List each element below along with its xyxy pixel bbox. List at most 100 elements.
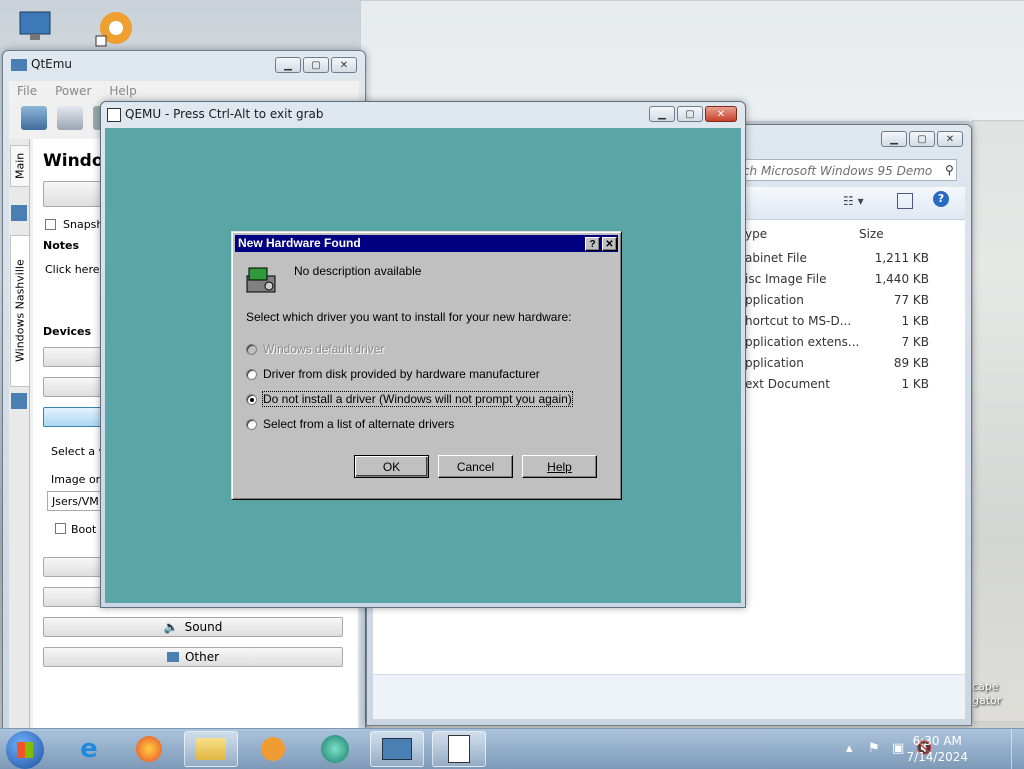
search-input[interactable]: rch Microsoft Windows 95 Demo <box>727 159 957 181</box>
file-type-cell[interactable]: pplication <box>745 293 804 307</box>
file-size-cell[interactable]: 1,440 KB <box>869 272 929 286</box>
taskbar-explorer[interactable] <box>184 731 238 767</box>
status-bar <box>373 674 965 719</box>
snapshot-checkbox[interactable] <box>45 219 56 230</box>
driver-option-radio[interactable] <box>246 369 257 380</box>
minimize-button[interactable]: ▁ <box>881 131 907 147</box>
desktop-icon-label[interactable]: cape gator <box>972 680 1001 708</box>
dialog-help-button[interactable]: ? <box>585 237 600 251</box>
other-label: Other <box>184 650 220 664</box>
maximize-button[interactable]: ▢ <box>303 57 329 73</box>
action-center-flag-icon[interactable]: ⚑ <box>868 741 880 756</box>
taskbar: e ▴ ⚑ ▣ 🔇 6:30 AM 7/14/2024 <box>0 728 1024 769</box>
driver-option-label[interactable]: Driver from disk provided by hardware ma… <box>263 367 540 381</box>
new-hardware-dialog[interactable]: New Hardware Found ? ✕ No description av… <box>231 231 622 500</box>
file-size-cell[interactable]: 7 KB <box>869 335 929 349</box>
close-icon: ✕ <box>605 238 614 250</box>
device-icon <box>166 652 179 662</box>
gear-icon <box>95 12 132 47</box>
tab-windows-nashville[interactable]: Windows Nashville <box>10 235 30 387</box>
driver-option-radio[interactable] <box>246 394 257 405</box>
maximize-button[interactable]: ▢ <box>909 131 935 147</box>
taskbar-qemu[interactable] <box>432 731 486 767</box>
minimize-icon: ▁ <box>890 133 898 145</box>
file-type-cell[interactable]: pplication extens... <box>745 335 859 349</box>
file-size-cell[interactable]: 1 KB <box>869 314 929 328</box>
minimize-icon: ▁ <box>284 59 292 71</box>
help-label: Help <box>547 459 572 474</box>
computer-desktop-icon[interactable] <box>16 6 56 46</box>
folder-icon <box>196 738 226 760</box>
file-type-cell[interactable]: isc Image File <box>745 272 826 286</box>
preview-pane-icon[interactable] <box>897 193 913 209</box>
qtemu-side-tabs: Main Windows Nashville <box>9 139 30 759</box>
driver-option-label[interactable]: Select from a list of alternate drivers <box>263 417 454 431</box>
qtemu-titlebar[interactable]: QtEmu ▁ ▢ ✕ <box>3 51 365 79</box>
cancel-label: Cancel <box>456 459 495 474</box>
file-type-cell[interactable]: abinet File <box>745 251 807 265</box>
speaker-icon: 🔈 <box>163 620 179 634</box>
driver-option-radio[interactable] <box>246 419 257 430</box>
file-size-cell[interactable]: 1 KB <box>869 377 929 391</box>
file-type-cell[interactable]: hortcut to MS-D... <box>745 314 851 328</box>
file-size-cell[interactable]: 89 KB <box>869 356 929 370</box>
media-player-icon <box>261 737 285 761</box>
monitor-icon <box>19 11 51 40</box>
app-icon <box>321 735 349 763</box>
maximize-button[interactable]: ▢ <box>677 106 703 122</box>
qtemu-shortcut-desktop-icon[interactable] <box>94 8 134 48</box>
close-button[interactable]: ✕ <box>937 131 963 147</box>
close-button[interactable]: ✕ <box>331 57 357 73</box>
file-size-cell[interactable]: 77 KB <box>869 293 929 307</box>
notes-field[interactable]: Click here t <box>45 263 107 276</box>
notes-label: Notes <box>43 239 80 252</box>
file-size-cell[interactable]: 1,211 KB <box>869 251 929 265</box>
driver-option-label[interactable]: Do not install a driver (Windows will no… <box>262 391 573 407</box>
qemu-app-icon <box>107 108 121 122</box>
clock-date: 7/14/2024 <box>906 750 968 764</box>
menu-power[interactable]: Power <box>55 84 91 98</box>
taskbar-media-player[interactable] <box>246 731 300 767</box>
new-vm-icon[interactable] <box>21 106 47 130</box>
qemu-titlebar[interactable]: QEMU - Press Ctrl-Alt to exit grab ▁ ▢ ✕ <box>101 102 745 128</box>
maximize-icon: ▢ <box>685 108 695 120</box>
taskbar-qtemu[interactable] <box>370 731 424 767</box>
taskbar-ie[interactable]: e <box>62 731 116 767</box>
help-button[interactable]: Help <box>522 455 597 478</box>
column-type[interactable]: ype <box>745 227 767 241</box>
taskbar-firefox[interactable] <box>122 731 176 767</box>
close-button[interactable]: ✕ <box>705 106 737 122</box>
tab-main[interactable]: Main <box>10 145 30 187</box>
dialog-close-button[interactable]: ✕ <box>602 237 617 251</box>
file-type-cell[interactable]: pplication <box>745 356 804 370</box>
firefox-icon <box>136 736 162 762</box>
file-type-cell[interactable]: ext Document <box>745 377 830 391</box>
system-clock[interactable]: 6:30 AM 7/14/2024 <box>906 733 968 765</box>
cancel-button[interactable]: Cancel <box>438 455 513 478</box>
ok-button[interactable]: OK <box>354 455 429 478</box>
taskbar-app[interactable] <box>308 731 362 767</box>
start-button[interactable] <box>6 731 44 769</box>
dialog-titlebar[interactable]: New Hardware Found ? ✕ <box>235 235 618 252</box>
menu-help[interactable]: Help <box>109 84 136 98</box>
ok-label: OK <box>382 459 401 474</box>
network-icon[interactable]: ▣ <box>892 741 904 756</box>
minimize-button[interactable]: ▁ <box>649 106 675 122</box>
other-button[interactable]: Other <box>43 647 343 667</box>
show-desktop-button[interactable] <box>1011 729 1024 769</box>
open-vm-icon[interactable] <box>57 106 83 130</box>
internet-explorer-icon: e <box>80 734 98 764</box>
boot-checkbox[interactable] <box>55 523 66 534</box>
maximize-icon: ▢ <box>311 59 321 71</box>
help-icon[interactable]: ? <box>933 191 949 207</box>
column-size[interactable]: Size <box>859 227 884 241</box>
search-icon[interactable]: ⚲ <box>945 163 954 177</box>
boot-label: Boot f <box>71 523 104 536</box>
show-hidden-icons-icon[interactable]: ▴ <box>846 741 853 756</box>
minimize-button[interactable]: ▁ <box>275 57 301 73</box>
device-description: No description available <box>294 264 422 278</box>
sound-button[interactable]: 🔈 Sound <box>43 617 343 637</box>
question-icon: ? <box>589 238 596 250</box>
menu-file[interactable]: File <box>17 84 37 98</box>
view-options-icon[interactable]: ☷ ▾ <box>843 194 864 208</box>
